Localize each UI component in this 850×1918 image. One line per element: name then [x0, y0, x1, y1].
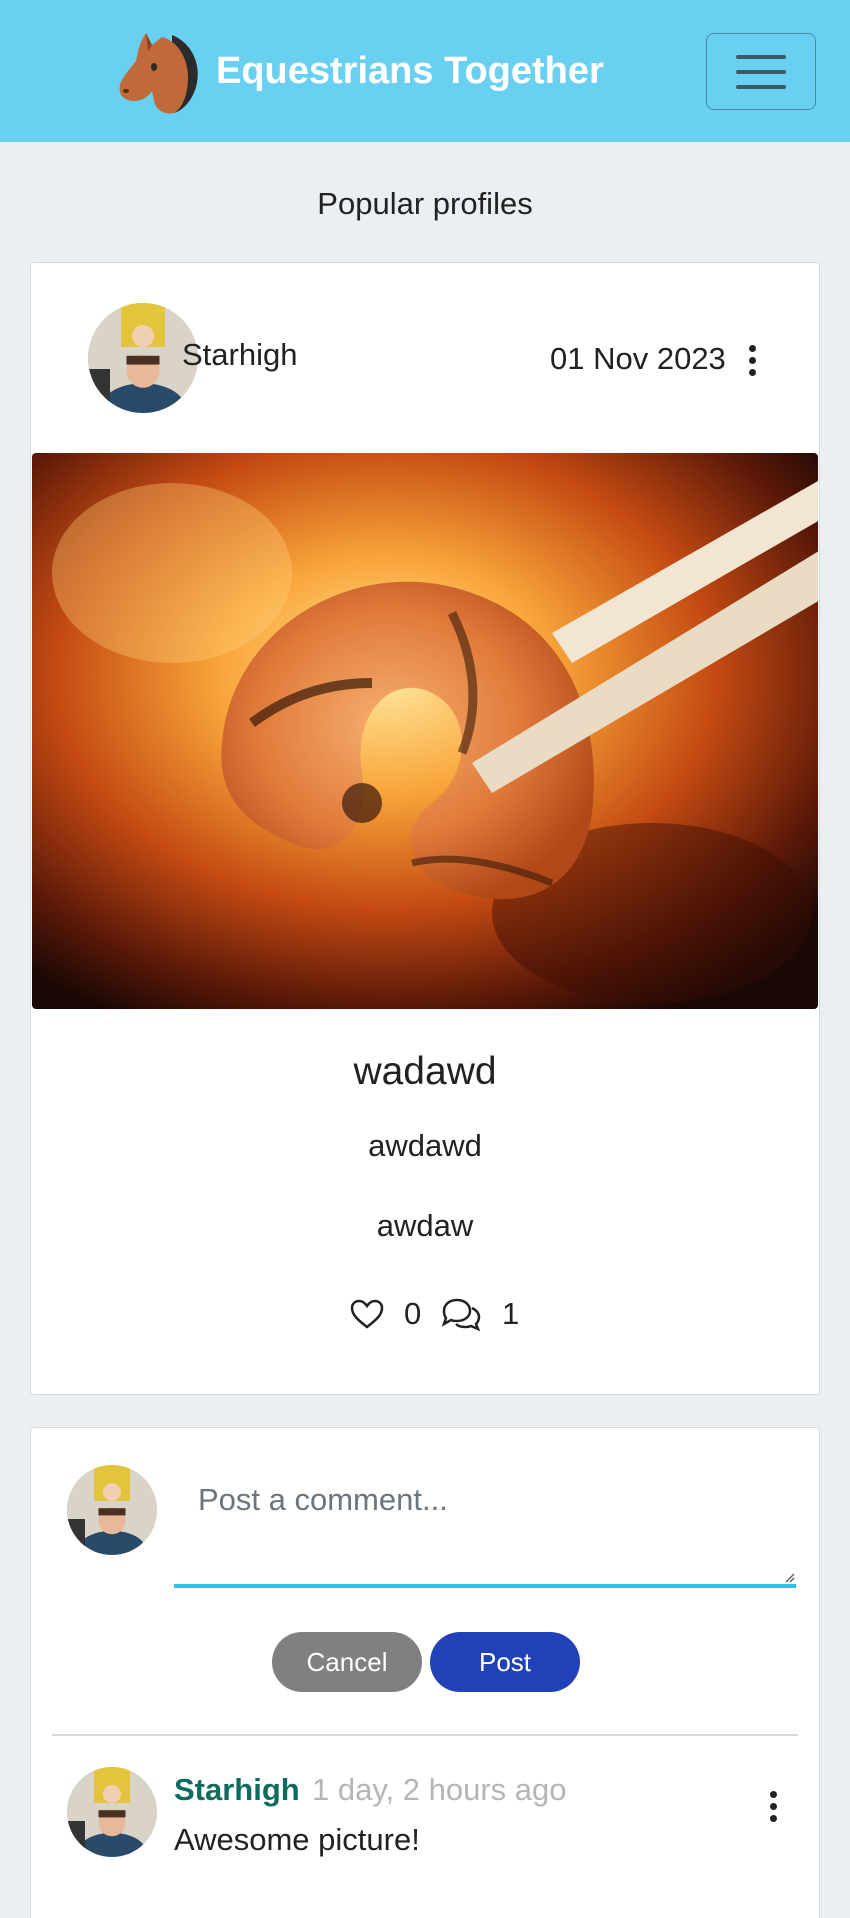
- post-date: 01 Nov 2023: [550, 341, 726, 376]
- popular-profiles-heading: Popular profiles: [317, 186, 533, 221]
- dot: [749, 345, 756, 352]
- hamburger-menu-icon: [736, 54, 786, 59]
- comment-options-icon[interactable]: [770, 1791, 777, 1822]
- comment-input[interactable]: [174, 1462, 796, 1588]
- dot: [770, 1815, 777, 1822]
- dot: [770, 1791, 777, 1798]
- dot: [749, 357, 756, 364]
- comment-owner-name[interactable]: Starhigh: [174, 1772, 300, 1808]
- like-stat: 0: [350, 1296, 421, 1332]
- post-owner-name[interactable]: Starhigh: [182, 337, 297, 373]
- cancel-button[interactable]: Cancel: [272, 1632, 422, 1692]
- comment-owner-avatar[interactable]: [67, 1767, 157, 1857]
- hamburger-line: [736, 69, 786, 74]
- hamburger-line: [736, 84, 786, 89]
- post-image: [32, 453, 818, 1009]
- current-user-avatar[interactable]: [67, 1465, 157, 1555]
- comment-timestamp: 1 day, 2 hours ago: [312, 1772, 567, 1807]
- dot: [770, 1803, 777, 1810]
- likes-count: 0: [404, 1296, 422, 1331]
- comments-stat: 1: [440, 1296, 519, 1332]
- navbar: Equestrians Together: [0, 0, 850, 142]
- post-options-icon[interactable]: [749, 345, 756, 376]
- chat-bubbles-icon[interactable]: [440, 1297, 482, 1331]
- navbar-toggle-button[interactable]: [706, 33, 816, 110]
- avatar-image: [67, 1465, 157, 1555]
- avatar-image: [67, 1767, 157, 1857]
- post-extra-text: awdaw: [376, 1208, 474, 1243]
- brand-link[interactable]: Equestrians Together: [112, 26, 604, 116]
- shrimp-photo: [32, 453, 818, 1009]
- post-button[interactable]: Post: [430, 1632, 580, 1692]
- resize-grip-icon[interactable]: [785, 1573, 795, 1583]
- comment-text: Awesome picture!: [174, 1822, 420, 1857]
- heart-outline-icon[interactable]: [350, 1299, 384, 1329]
- post-content: awdawd: [368, 1128, 482, 1163]
- horse-head-icon: [119, 33, 198, 114]
- post-title: wadawd: [353, 1050, 497, 1093]
- brand-name: Equestrians Together: [216, 49, 604, 92]
- dot: [749, 369, 756, 376]
- divider: [52, 1734, 798, 1736]
- comments-count: 1: [502, 1296, 520, 1331]
